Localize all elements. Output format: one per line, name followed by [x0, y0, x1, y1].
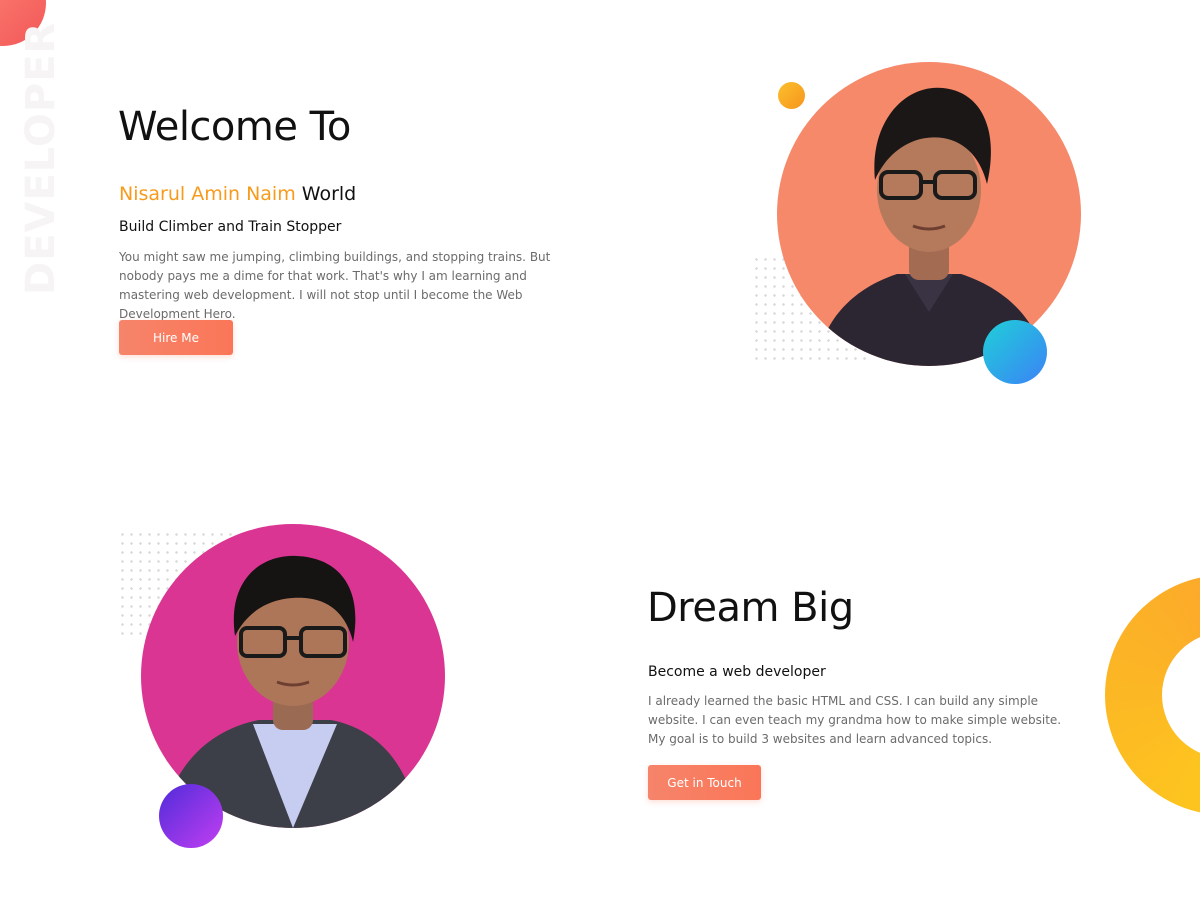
hero-description: You might saw me jumping, climbing build…: [119, 250, 551, 321]
person-portrait-icon: [817, 87, 1045, 366]
purple-accent-dot: [159, 784, 223, 848]
hero-title: Welcome To: [118, 104, 351, 150]
hero-name: Nisarul Amin Naim: [119, 183, 296, 205]
hero-portrait: [777, 62, 1081, 366]
about-subtitle: Become a web developer: [648, 664, 826, 680]
get-in-touch-button[interactable]: Get in Touch: [648, 765, 761, 800]
side-watermark-label: DEVELOPER: [18, 21, 64, 295]
about-title: Dream Big: [647, 585, 854, 631]
about-description: I already learned the basic HTML and CSS…: [648, 694, 1062, 746]
person-portrait-icon: [161, 555, 419, 828]
hero-tagline: Build Climber and Train Stopper: [119, 219, 342, 235]
hire-me-button[interactable]: Hire Me: [119, 320, 233, 355]
orange-accent-dot: [778, 82, 805, 109]
hero-name-suffix: World: [301, 183, 357, 205]
hero-name-line: Nisarul Amin Naim World: [119, 183, 356, 205]
blue-accent-dot: [983, 320, 1047, 384]
page: DEVELOPER Welcome To Nisarul Amin Naim W…: [0, 0, 1200, 900]
about-portrait: [141, 524, 445, 828]
